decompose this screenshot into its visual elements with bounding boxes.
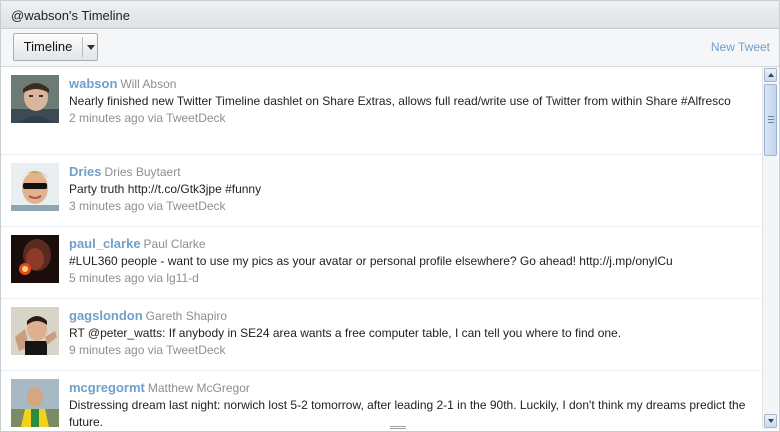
avatar[interactable] [11,163,59,211]
tweet-item: wabson Will Abson Nearly finished new Twi… [1,67,761,155]
tweet-meta: 3 minutes ago via TweetDeck [69,199,226,213]
tweet-username[interactable]: wabson [69,76,117,91]
tweet-fullname: Will Abson [120,77,177,91]
vertical-scrollbar[interactable] [762,67,778,429]
avatar[interactable] [11,75,59,123]
button-separator [82,37,83,57]
tweet-fullname: Dries Buytaert [104,165,181,179]
tweet-text: Nearly finished new Twitter Timeline das… [69,94,731,108]
dashlet-toolbar: Timeline New Tweet [1,29,779,67]
tweet-list: wabson Will Abson Nearly finished new Twi… [1,67,761,429]
dashlet-title-bar: @wabson's Timeline [1,1,779,29]
resize-handle-icon[interactable] [390,426,406,430]
tweet-username[interactable]: paul_clarke [69,236,141,251]
tweet-meta: 5 minutes ago via lg11-d [69,271,199,285]
tweet-text: #LUL360 people - want to use my pics as … [69,254,673,268]
scroll-up-icon[interactable] [764,68,777,82]
tweet-text: Party truth http://t.co/Gtk3jpe #funny [69,182,262,196]
avatar[interactable] [11,379,59,427]
tweet-username[interactable]: mcgregormt [69,380,145,395]
tweet-text: Distressing dream last night: norwich lo… [69,398,746,429]
timeline-button-label: Timeline [23,39,73,54]
tweet-item: mcgregormt Matthew McGregor Distressing d… [1,371,761,429]
timeline-menu-button[interactable]: Timeline [13,33,98,61]
tweet-fullname: Paul Clarke [143,237,206,251]
tweet-item: paul_clarke Paul Clarke #LUL360 people - … [1,227,761,299]
chevron-down-icon[interactable] [84,34,97,60]
new-tweet-link[interactable]: New Tweet [711,40,770,54]
scroll-thumb[interactable] [764,84,777,156]
avatar[interactable] [11,307,59,355]
avatar[interactable] [11,235,59,283]
tweet-meta: 2 minutes ago via TweetDeck [69,111,226,125]
tweet-username[interactable]: Dries [69,164,102,179]
tweet-item: Dries Dries Buytaert Party truth http://t… [1,155,761,227]
scroll-down-icon[interactable] [764,414,777,428]
tweet-item: gagslondon Gareth Shapiro RT @peter_watts… [1,299,761,371]
tweet-meta: 9 minutes ago via TweetDeck [69,343,226,357]
tweet-username[interactable]: gagslondon [69,308,143,323]
dashlet-title: @wabson's Timeline [11,8,131,23]
tweet-fullname: Gareth Shapiro [145,309,228,323]
tweet-fullname: Matthew McGregor [147,381,250,395]
twitter-timeline-dashlet: @wabson's Timeline Timeline New Tweet wa… [0,0,780,432]
tweet-text: RT @peter_watts: If anybody in SE24 area… [69,326,622,340]
